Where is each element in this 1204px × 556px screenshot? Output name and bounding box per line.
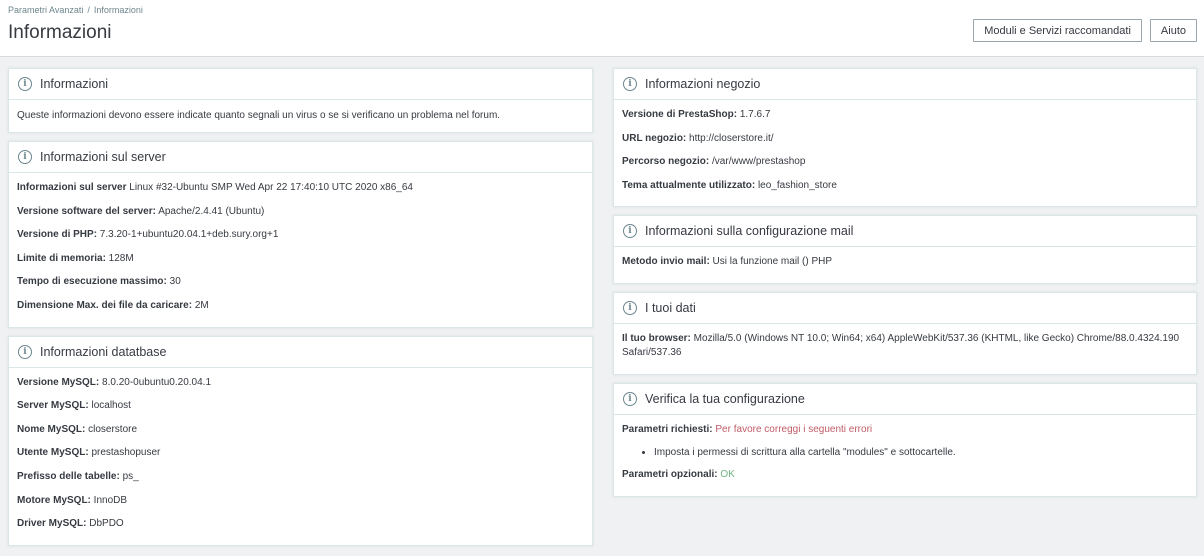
error-item: Imposta i permessi di scrittura alla car… bbox=[654, 446, 1188, 460]
server-row: Informazioni sul server Linux #32-Ubuntu… bbox=[17, 182, 413, 193]
optional-params-row: Parametri opzionali: OK bbox=[622, 469, 735, 481]
breadcrumb-parent[interactable]: Parametri Avanzati bbox=[8, 5, 83, 15]
shop-row: Tema attualmente utilizzato: leo_fashion… bbox=[622, 179, 837, 191]
database-row: Nome MySQL: closerstore bbox=[17, 423, 138, 435]
server-row: Versione software del server: Apache/2.4… bbox=[17, 205, 265, 217]
server-row: Tempo di esecuzione massimo: 30 bbox=[17, 276, 181, 288]
database-row: Motore MySQL: InnoDB bbox=[17, 494, 128, 506]
card-title: Verifica la tua configurazione bbox=[645, 391, 805, 406]
card-title: Informazioni sulla configurazione mail bbox=[645, 224, 854, 239]
card-title: Informazioni sul server bbox=[40, 150, 166, 164]
database-row: Versione MySQL: 8.0.20-0ubuntu0.20.04.1 bbox=[17, 376, 212, 388]
database-row: Driver MySQL: DbPDO bbox=[17, 518, 124, 530]
optional-params-status: OK bbox=[717, 469, 735, 481]
database-row: Server MySQL: localhost bbox=[17, 400, 131, 412]
page-title: Informazioni bbox=[8, 22, 112, 43]
toolbar: Moduli e Servizi raccomandati Aiuto bbox=[973, 19, 1197, 42]
card-title: Informazioni bbox=[40, 77, 109, 91]
card-shop: i Informazioni negozio Versione di Prest… bbox=[613, 68, 1197, 208]
database-row: Prefisso delle tabelle: ps_ bbox=[17, 470, 139, 482]
breadcrumb: Parametri Avanzati / Informazioni bbox=[8, 5, 143, 15]
card-info: i Informazioni Queste informazioni devon… bbox=[8, 68, 593, 133]
server-row: Versione di PHP: 7.3.20-1+ubuntu20.04.1+… bbox=[17, 229, 279, 241]
left-column: i Informazioni Queste informazioni devon… bbox=[8, 68, 593, 554]
mail-row: Metodo invio mail: Usi la funzione mail … bbox=[622, 256, 833, 268]
help-button[interactable]: Aiuto bbox=[1149, 19, 1197, 42]
database-row: Utente MySQL: prestashopuser bbox=[17, 447, 161, 459]
info-circle-icon: i bbox=[623, 391, 637, 406]
card-mail: i Informazioni sulla configurazione mail… bbox=[613, 215, 1197, 284]
server-row: Dimensione Max. dei file da caricare: 2M bbox=[17, 299, 209, 311]
breadcrumb-current: Informazioni bbox=[93, 5, 143, 15]
shop-row: Percorso negozio: /var/www/prestashop bbox=[622, 156, 806, 168]
card-database: i Informazioni datatbase Versione MySQL:… bbox=[8, 335, 593, 546]
browser-row: Il tuo browser: Mozilla/5.0 (Windows NT … bbox=[622, 332, 1180, 358]
card-title: Informazioni negozio bbox=[645, 77, 761, 91]
card-your-data: i I tuoi dati Il tuo browser: Mozilla/5.… bbox=[613, 291, 1197, 375]
info-circle-icon: i bbox=[18, 77, 32, 91]
shop-row: URL negozio: http://closerstore.it/ bbox=[622, 132, 774, 144]
page-header: Parametri Avanzati / Informazioni Informaz… bbox=[0, 0, 1204, 57]
card-check-configuration: i Verifica la tua configurazione Paramet… bbox=[613, 382, 1197, 497]
info-circle-icon: i bbox=[623, 224, 637, 239]
card-title: Informazioni datatbase bbox=[40, 344, 167, 359]
required-params-row: Parametri richiesti: Per favore correggi… bbox=[622, 423, 873, 435]
info-circle-icon: i bbox=[18, 344, 32, 359]
info-text: Queste informazioni devono essere indica… bbox=[17, 110, 501, 121]
recommended-modules-button[interactable]: Moduli e Servizi raccomandati bbox=[973, 19, 1142, 42]
info-circle-icon: i bbox=[18, 150, 32, 164]
required-params-status: Per favore correggi i seguenti errori bbox=[712, 423, 873, 435]
card-title: I tuoi dati bbox=[645, 300, 696, 315]
info-circle-icon: i bbox=[623, 77, 637, 91]
shop-row: Versione di PrestaShop: 1.7.6.7 bbox=[622, 109, 771, 120]
right-column: i Informazioni negozio Versione di Prest… bbox=[613, 68, 1197, 505]
card-server: i Informazioni sul server Informazioni s… bbox=[8, 141, 593, 328]
info-circle-icon: i bbox=[623, 300, 637, 315]
error-list: Imposta i permessi di scrittura alla car… bbox=[654, 446, 1188, 460]
server-row: Limite di memoria: 128M bbox=[17, 252, 134, 264]
